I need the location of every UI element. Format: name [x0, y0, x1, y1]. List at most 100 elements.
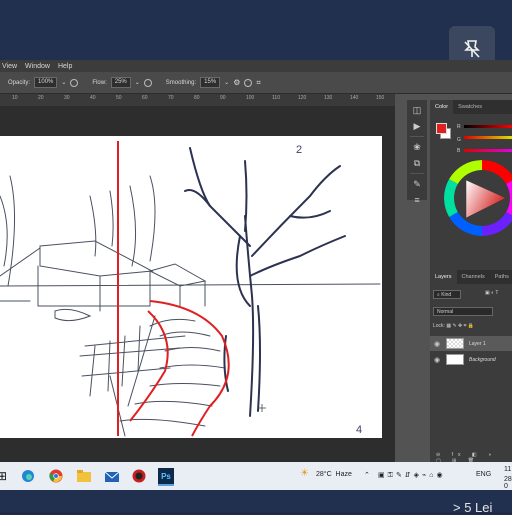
ruler-tick: 80	[194, 95, 200, 101]
drawing-canvas[interactable]: 2 4	[0, 136, 382, 438]
opacity-dropdown-icon[interactable]: ⌄	[61, 79, 66, 86]
menu-view[interactable]: View	[2, 63, 17, 70]
top-frame-band	[0, 0, 512, 62]
green-slider[interactable]	[464, 136, 512, 139]
color-wheel[interactable]	[444, 160, 512, 236]
layer-row[interactable]: ◉ Layer 1	[430, 336, 512, 351]
symmetry-icon[interactable]: ⌗	[256, 78, 261, 88]
flow-label: Flow:	[92, 79, 107, 86]
layer-filter-icons[interactable]: ▣ ◐ T	[485, 290, 499, 296]
foreground-color-swatch[interactable]	[436, 123, 447, 134]
play-action-icon[interactable]: ▶	[410, 120, 424, 132]
tab-paths[interactable]: Paths	[490, 270, 512, 284]
unpin-icon	[464, 40, 480, 58]
tab-layers[interactable]: Layers	[430, 270, 457, 284]
color-panel-tabs: Color Swatches	[430, 100, 512, 114]
tool-strip: ◫ ▶ ❀ ⧉ ✎ ≡	[407, 100, 427, 205]
right-panels: Color Swatches R G B Layers Channels Pat…	[430, 100, 512, 464]
record-app-icon[interactable]	[131, 468, 147, 484]
bottom-frame-band	[0, 490, 512, 512]
visibility-eye-icon[interactable]: ◉	[434, 356, 441, 364]
clock-date[interactable]: 28-0	[504, 476, 512, 490]
weather-icon[interactable]: ☀	[300, 468, 309, 479]
flow-field[interactable]: 25%	[110, 77, 131, 88]
layer-name: Background	[469, 356, 496, 363]
opacity-field[interactable]: 100%	[34, 77, 58, 88]
green-slider-label: G	[457, 137, 461, 143]
ruler-tick: 70	[168, 95, 174, 101]
red-slider-label: R	[457, 124, 461, 130]
weather-text[interactable]: 28°C Haze	[316, 471, 352, 478]
flow-dropdown-icon[interactable]: ⌄	[135, 79, 140, 86]
edge-browser-icon[interactable]	[20, 468, 36, 484]
clone-source-icon[interactable]: ⧉	[410, 157, 424, 169]
ruler-tick: 90	[220, 95, 226, 101]
brush-icon[interactable]: ✎	[410, 178, 424, 190]
blue-slider[interactable]	[464, 149, 512, 152]
opacity-label: Opacity:	[8, 79, 31, 86]
layer-thumbnail	[446, 354, 464, 365]
photoshop-window: View Window Help Opacity: 100% ⌄ Flow: 2…	[0, 60, 512, 464]
ruler-tick: 140	[350, 95, 359, 101]
layer-filter-kind-select[interactable]: ⌕ Kind	[433, 290, 461, 299]
photoshop-app-icon[interactable]: Ps	[158, 468, 174, 486]
mail-icon[interactable]	[104, 468, 120, 484]
ruler-tick: 40	[90, 95, 96, 101]
blend-mode-select[interactable]: Normal	[433, 307, 493, 316]
layer-row[interactable]: ◉ Background	[430, 352, 512, 367]
airbrush-icon[interactable]	[143, 78, 152, 87]
tab-color[interactable]: Color	[430, 100, 454, 114]
tray-chevron-up-icon[interactable]: ⌃	[364, 471, 370, 479]
overlay-caption: > 5 Lei	[453, 500, 493, 515]
ruler-tick: 50	[116, 95, 122, 101]
visibility-eye-icon[interactable]: ◉	[434, 340, 441, 348]
adjustments-icon[interactable]: ≡	[410, 194, 424, 206]
windows-start-icon[interactable]: ⊞	[0, 468, 10, 484]
red-slider[interactable]	[464, 125, 512, 128]
sketch-artwork: 2 4	[0, 141, 381, 437]
menu-bar: View Window Help	[0, 60, 512, 72]
windows-taskbar: ⊞ Ps ☀ 28°C Haze ⌃ ▣⚿✎⇵◈⌁⌂◉ ENG 11 28-0	[0, 462, 512, 490]
pressure-opacity-icon[interactable]	[70, 78, 79, 87]
lock-row: Lock: ▦ ✎ ✥ ⌗ 🔒	[433, 323, 474, 329]
smoothing-label: Smoothing:	[165, 79, 197, 86]
lock-label: Lock:	[433, 323, 445, 329]
tool-divider	[410, 136, 424, 137]
filter-kind-value: Kind	[441, 292, 452, 298]
options-bar: Opacity: 100% ⌄ Flow: 25% ⌄ Smoothing: 1…	[0, 72, 512, 94]
clock-time[interactable]: 11	[504, 466, 511, 473]
layer-thumbnail	[446, 338, 464, 349]
history-icon[interactable]: ◫	[410, 104, 424, 116]
ruler-tick: 110	[272, 95, 280, 101]
ruler-tick: 10	[12, 95, 18, 101]
blue-slider-label: B	[457, 148, 461, 154]
layers-panel-tabs: Layers Channels Paths	[430, 270, 512, 284]
chrome-browser-icon[interactable]	[48, 468, 64, 484]
smoothing-dropdown-icon[interactable]: ⌄	[224, 79, 229, 86]
menu-help[interactable]: Help	[58, 63, 72, 70]
tray-icons[interactable]: ▣⚿✎⇵◈⌁⌂◉	[378, 471, 446, 480]
ruler-tick: 30	[64, 95, 70, 101]
horizontal-ruler: 10 20 30 40 50 60 70 80 90 100 110 120 1…	[0, 94, 395, 106]
layer-name: Layer 1	[469, 340, 486, 347]
canvas-mark-top: 2	[296, 144, 302, 156]
tool-divider	[410, 173, 424, 174]
ruler-tick: 60	[142, 95, 148, 101]
menu-window[interactable]: Window	[25, 63, 50, 70]
ruler-tick: 130	[324, 95, 333, 101]
lock-icons[interactable]: ▦ ✎ ✥ ⌗ 🔒	[446, 323, 474, 329]
pressure-size-icon[interactable]	[244, 78, 253, 87]
ruler-tick: 150	[376, 95, 385, 101]
blend-mode-value: Normal	[437, 309, 454, 315]
ruler-tick: 20	[38, 95, 44, 101]
smoothing-field[interactable]: 15%	[200, 77, 221, 88]
canvas-mark-bottom: 4	[356, 424, 362, 436]
ruler-tick: 100	[246, 95, 255, 101]
file-explorer-icon[interactable]	[76, 468, 92, 484]
smoothing-settings-gear-icon[interactable]: ⚙	[233, 78, 240, 87]
ruler-tick: 120	[298, 95, 307, 101]
brush-settings-icon[interactable]: ❀	[410, 141, 424, 153]
language-indicator[interactable]: ENG	[476, 471, 491, 478]
tab-swatches[interactable]: Swatches	[453, 100, 487, 114]
tab-channels[interactable]: Channels	[457, 270, 490, 284]
